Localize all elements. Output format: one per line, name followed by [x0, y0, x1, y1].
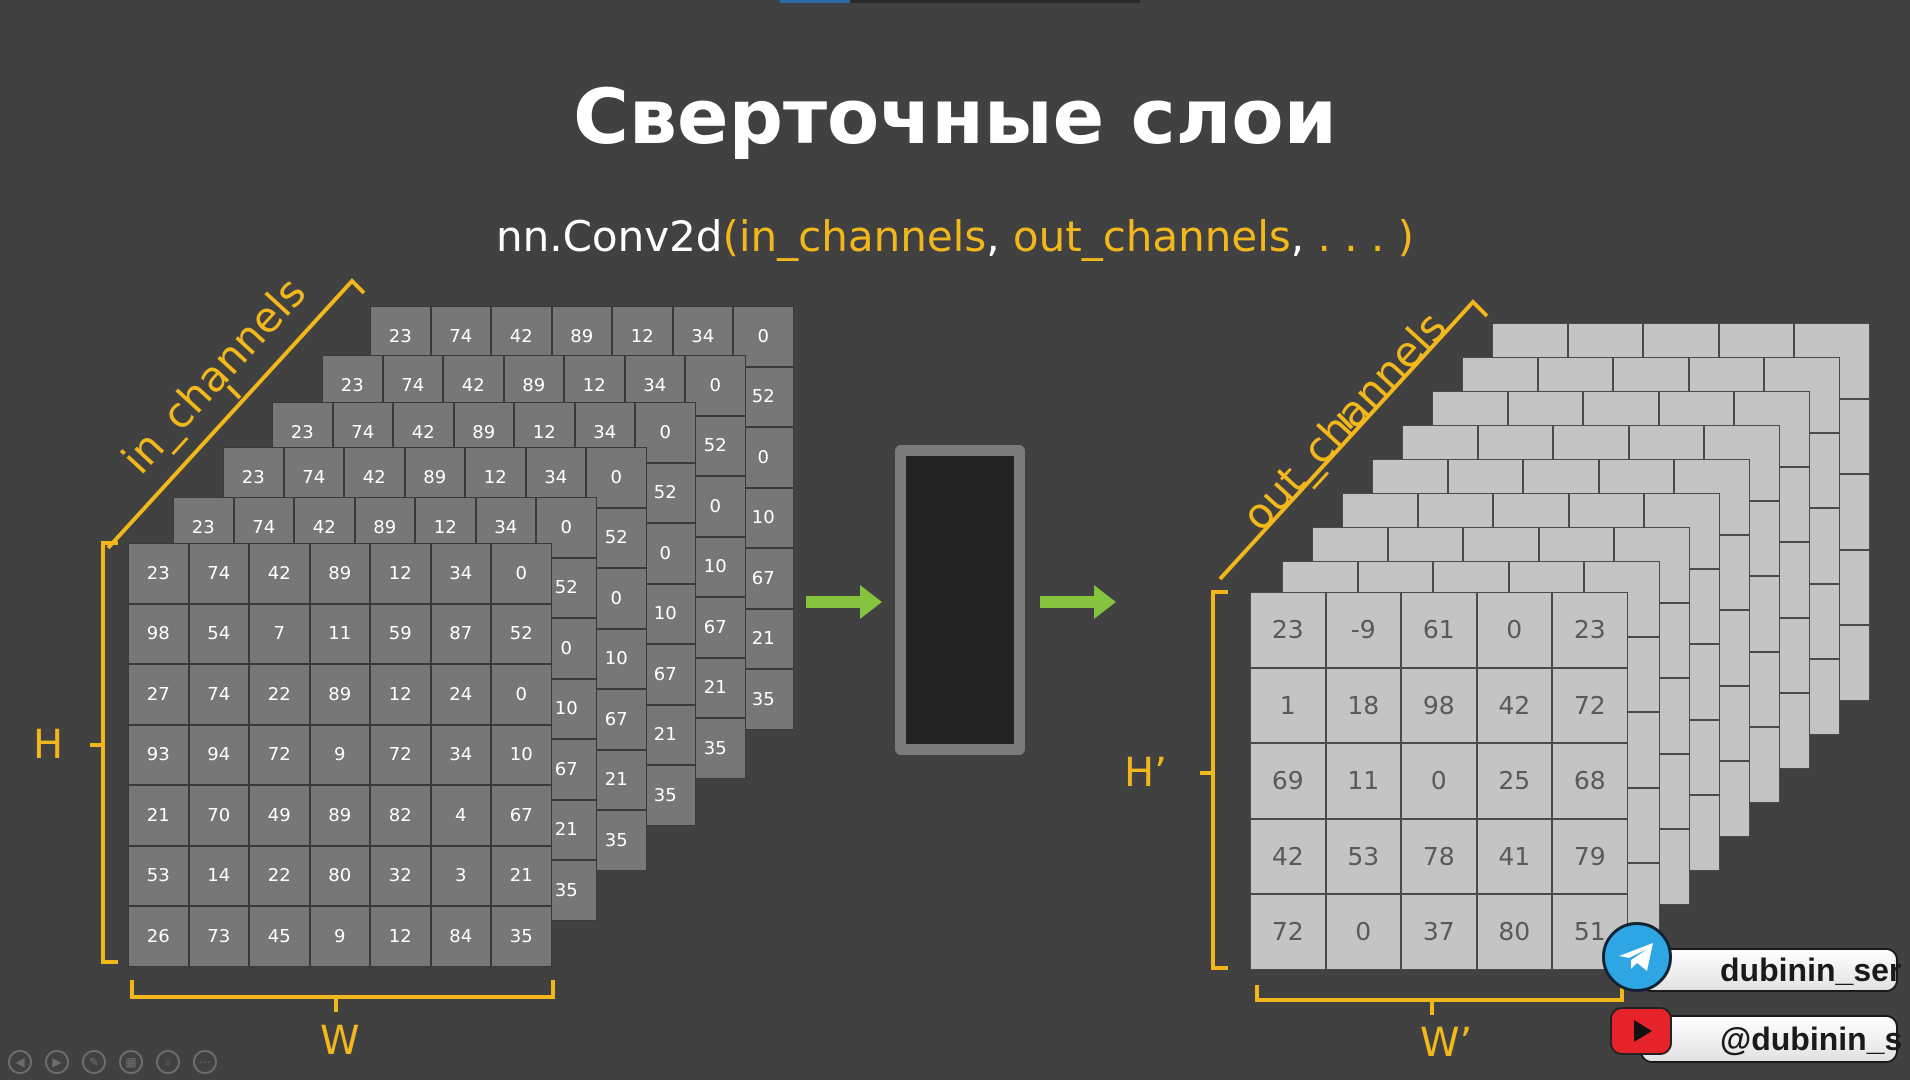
output-grid-cell: 37	[1401, 894, 1477, 970]
input-grid-cell: 22	[249, 664, 310, 725]
output-grid-cell: 0	[1325, 894, 1401, 970]
output-grid-cell: 78	[1401, 818, 1477, 894]
more-options-icon[interactable]: ⋯	[193, 1050, 217, 1074]
input-grid-cell: 72	[370, 724, 431, 785]
w-label: W	[320, 1018, 360, 1064]
input-grid-cell: 21	[128, 785, 189, 846]
arrow-right-icon	[806, 585, 882, 619]
output-grid-cell: -9	[1325, 592, 1401, 668]
input-grid-cell: 10	[491, 724, 552, 785]
output-grid-cell: 68	[1552, 743, 1628, 819]
input-grid-cell: 12	[370, 906, 431, 967]
output-grid-cell: 72	[1250, 894, 1326, 970]
w-out-label: W’	[1420, 1020, 1473, 1066]
input-grid-cell: 73	[188, 906, 249, 967]
input-grid-cell: 34	[430, 724, 491, 785]
w-bracket	[130, 980, 555, 999]
output-grid-cell: 41	[1476, 818, 1552, 894]
input-grid-cell: 59	[370, 603, 431, 664]
input-grid-cell: 54	[188, 603, 249, 664]
output-grid-cell: 42	[1250, 818, 1326, 894]
output-grid-cell: 23	[1250, 592, 1326, 668]
youtube-handle[interactable]: @dubinin_s	[1640, 1015, 1902, 1063]
input-grid-cell: 52	[491, 603, 552, 664]
telegram-icon[interactable]	[1602, 922, 1672, 992]
input-grid-cell: 7	[249, 603, 310, 664]
input-grid-cell: 0	[491, 543, 552, 604]
input-grid-cell: 27	[128, 664, 189, 725]
h-out-label: H’	[1124, 750, 1167, 796]
input-grid-cell: 70	[188, 785, 249, 846]
input-grid-cell: 9	[309, 906, 370, 967]
output-grid-cell: 1	[1250, 667, 1326, 743]
input-grid-cell: 3	[430, 845, 491, 906]
input-grid-cell: 12	[370, 543, 431, 604]
output-grid-cell: 72	[1552, 667, 1628, 743]
input-grid-cell: 22	[249, 845, 310, 906]
h-label: H	[33, 722, 64, 768]
youtube-icon[interactable]	[1610, 1007, 1672, 1055]
output-grid-cell: 80	[1476, 894, 1552, 970]
h-bracket	[101, 541, 118, 964]
next-slide-icon[interactable]: ▶	[45, 1050, 69, 1074]
input-grid-cell: 94	[188, 724, 249, 785]
h-out-bracket	[1211, 590, 1228, 970]
input-grid-cell: 80	[309, 845, 370, 906]
input-grid-cell: 32	[370, 845, 431, 906]
input-grid-cell: 4	[430, 785, 491, 846]
youtube-play-glyph	[1634, 1020, 1652, 1042]
input-grid-cell: 42	[249, 543, 310, 604]
output-grid-cell: 69	[1250, 743, 1326, 819]
input-grid-cell: 14	[188, 845, 249, 906]
input-grid-cell: 34	[430, 543, 491, 604]
pen-icon[interactable]: ✎	[82, 1050, 106, 1074]
input-grid-cell: 89	[309, 785, 370, 846]
w-out-bracket	[1255, 985, 1624, 1002]
zoom-icon[interactable]: ⌕	[156, 1050, 180, 1074]
telegram-handle[interactable]: dubinin_ser	[1640, 948, 1901, 992]
input-grid-cell: 24	[430, 664, 491, 725]
input-grid-cell: 45	[249, 906, 310, 967]
arrow-right-icon	[1040, 585, 1116, 619]
output-grid-cell: 98	[1401, 667, 1477, 743]
output-grid-cell: 42	[1476, 667, 1552, 743]
input-grid-cell: 89	[309, 543, 370, 604]
input-grid-cell: 21	[491, 845, 552, 906]
telegram-plane-glyph	[1619, 943, 1653, 971]
output-grid-cell: 79	[1552, 818, 1628, 894]
output-grid-cell: 25	[1476, 743, 1552, 819]
output-grid-cell: 53	[1325, 818, 1401, 894]
input-grid-cell: 89	[309, 664, 370, 725]
input-grid-cell: 98	[128, 603, 189, 664]
input-grid-cell: 72	[249, 724, 310, 785]
input-grid-cell: 9	[309, 724, 370, 785]
input-grid-cell: 93	[128, 724, 189, 785]
slides-grid-icon[interactable]: ▦	[119, 1050, 143, 1074]
prev-slide-icon[interactable]: ◀	[8, 1050, 32, 1074]
input-grid-cell: 11	[309, 603, 370, 664]
conv-layer-block	[895, 445, 1025, 755]
output-grid-cell: 23	[1552, 592, 1628, 668]
input-grid-cell: 0	[491, 664, 552, 725]
output-grid-cell: 0	[1476, 592, 1552, 668]
input-grid-cell: 35	[491, 906, 552, 967]
input-grid-cell: 23	[128, 543, 189, 604]
output-grid-cell: 0	[1401, 743, 1477, 819]
input-grid-cell: 12	[370, 664, 431, 725]
input-grid-cell: 82	[370, 785, 431, 846]
input-grid-cell: 74	[188, 664, 249, 725]
output-grid-cell: 18	[1325, 667, 1401, 743]
input-grid-cell: 26	[128, 906, 189, 967]
output-grid-cell: 11	[1325, 743, 1401, 819]
input-grid-cell: 87	[430, 603, 491, 664]
input-grid-cell: 49	[249, 785, 310, 846]
input-grid-cell: 84	[430, 906, 491, 967]
input-grid-cell: 53	[128, 845, 189, 906]
input-grid-cell: 67	[491, 785, 552, 846]
input-grid-cell: 74	[188, 543, 249, 604]
output-grid-cell: 61	[1401, 592, 1477, 668]
